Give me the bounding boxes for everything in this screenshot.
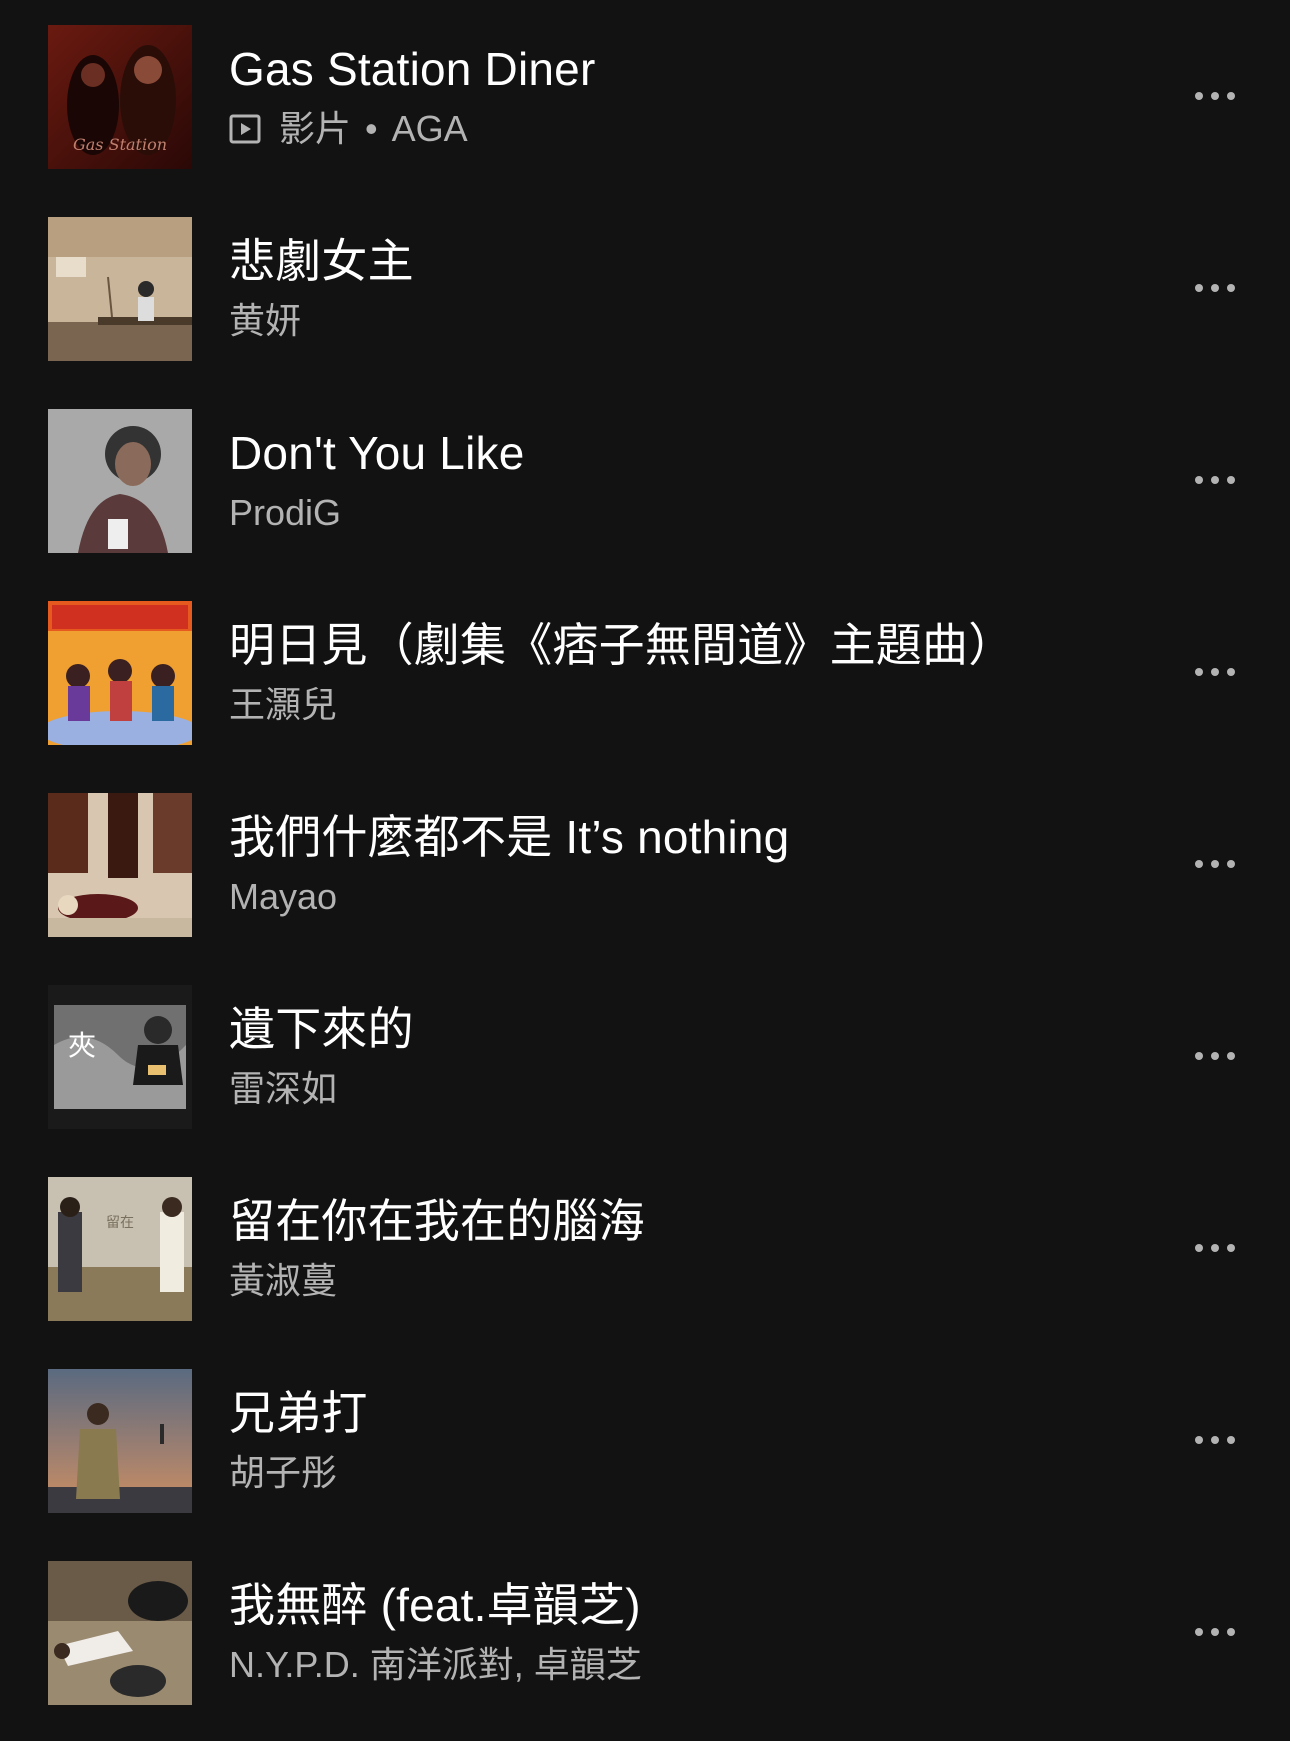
more-options-button[interactable] bbox=[1180, 78, 1250, 114]
album-cover[interactable]: 夾 bbox=[48, 985, 192, 1129]
track-subtitle: 黄妍 bbox=[229, 298, 301, 344]
more-options-icon bbox=[1195, 284, 1203, 292]
track-title: 留在你在我在的腦海 bbox=[229, 1195, 645, 1247]
more-options-dot bbox=[1211, 1052, 1219, 1060]
track-title: 我們什麼都不是 It’s nothing bbox=[229, 811, 790, 863]
svg-text:Gas Station: Gas Station bbox=[73, 135, 167, 154]
more-options-icon bbox=[1195, 860, 1203, 868]
track-row[interactable]: Gas Station Gas Station Diner 影片 • AGA bbox=[0, 0, 1290, 192]
track-subtitle: 影片 • AGA bbox=[229, 106, 468, 152]
track-title: 遺下來的 bbox=[229, 1003, 414, 1055]
more-options-dot bbox=[1227, 476, 1235, 484]
track-artist[interactable]: Mayao bbox=[229, 874, 337, 920]
track-row[interactable]: 我無醉 (feat.卓韻芝) N.Y.P.D. 南洋派對, 卓韻芝 bbox=[0, 1536, 1290, 1728]
track-artist[interactable]: ProdiG bbox=[229, 490, 341, 536]
track-row[interactable]: 明日見（劇集《痞子無間道》主題曲） 王灝兒 bbox=[0, 576, 1290, 768]
more-options-button[interactable] bbox=[1180, 270, 1250, 306]
album-cover[interactable] bbox=[48, 409, 192, 553]
album-cover[interactable] bbox=[48, 217, 192, 361]
more-options-icon bbox=[1195, 476, 1203, 484]
album-cover[interactable]: 留在 bbox=[48, 1177, 192, 1321]
more-options-dot bbox=[1227, 860, 1235, 868]
more-options-button[interactable] bbox=[1180, 1614, 1250, 1650]
track-artist[interactable]: AGA bbox=[392, 106, 468, 152]
album-cover[interactable] bbox=[48, 1561, 192, 1705]
more-options-icon bbox=[1195, 1052, 1203, 1060]
more-options-icon bbox=[1195, 668, 1203, 676]
track-title: 我無醉 (feat.卓韻芝) bbox=[229, 1579, 641, 1631]
more-options-dot bbox=[1227, 1052, 1235, 1060]
more-options-dot bbox=[1211, 476, 1219, 484]
track-row[interactable]: Don't You Like ProdiG bbox=[0, 384, 1290, 576]
track-artist[interactable]: 王灝兒 bbox=[229, 682, 337, 728]
more-options-button[interactable] bbox=[1180, 654, 1250, 690]
more-options-icon bbox=[1195, 92, 1203, 100]
track-row[interactable]: 留在 留在你在我在的腦海 黃淑蔓 bbox=[0, 1152, 1290, 1344]
more-options-icon bbox=[1195, 1628, 1203, 1636]
more-options-icon bbox=[1195, 1244, 1203, 1252]
album-cover[interactable]: Gas Station bbox=[48, 25, 192, 169]
track-title: 明日見（劇集《痞子無間道》主題曲） bbox=[229, 619, 1015, 671]
track-subtitle: ProdiG bbox=[229, 490, 341, 536]
track-row[interactable]: 夾 遺下來的 雷深如 bbox=[0, 960, 1290, 1152]
more-options-icon bbox=[1195, 1436, 1203, 1444]
more-options-dot bbox=[1211, 860, 1219, 868]
more-options-dot bbox=[1211, 1436, 1219, 1444]
album-cover-art bbox=[48, 217, 192, 361]
more-options-dot bbox=[1211, 668, 1219, 676]
track-subtitle: 胡子彤 bbox=[229, 1450, 337, 1496]
more-options-button[interactable] bbox=[1180, 1038, 1250, 1074]
more-options-dot bbox=[1227, 92, 1235, 100]
more-options-dot bbox=[1211, 1244, 1219, 1252]
album-cover-art bbox=[48, 601, 192, 745]
album-cover-art bbox=[48, 1369, 192, 1513]
more-options-dot bbox=[1211, 284, 1219, 292]
track-subtitle: N.Y.P.D. 南洋派對, 卓韻芝 bbox=[229, 1642, 642, 1688]
separator-dot: • bbox=[365, 108, 378, 149]
more-options-dot bbox=[1227, 1244, 1235, 1252]
album-cover[interactable] bbox=[48, 1369, 192, 1513]
album-cover-art: Gas Station bbox=[48, 25, 192, 169]
track-row[interactable]: 悲劇女主 黄妍 bbox=[0, 192, 1290, 384]
track-title: 悲劇女主 bbox=[229, 235, 414, 287]
track-subtitle: 王灝兒 bbox=[229, 682, 337, 728]
track-artist[interactable]: 胡子彤 bbox=[229, 1450, 337, 1496]
track-subtitle: Mayao bbox=[229, 874, 337, 920]
album-cover[interactable] bbox=[48, 793, 192, 937]
album-cover-art bbox=[48, 793, 192, 937]
more-options-button[interactable] bbox=[1180, 846, 1250, 882]
album-cover-art bbox=[48, 1561, 192, 1705]
track-artist[interactable]: 黃淑蔓 bbox=[229, 1258, 337, 1304]
more-options-button[interactable] bbox=[1180, 1422, 1250, 1458]
track-subtitle: 雷深如 bbox=[229, 1066, 337, 1112]
more-options-dot bbox=[1211, 92, 1219, 100]
album-cover-art: 留在 bbox=[48, 1177, 192, 1321]
svg-text:留在: 留在 bbox=[106, 1215, 134, 1231]
album-cover-art bbox=[48, 409, 192, 553]
album-cover-art: 夾 bbox=[48, 985, 192, 1129]
more-options-dot bbox=[1227, 1628, 1235, 1636]
track-row[interactable]: 兄弟打 胡子彤 bbox=[0, 1344, 1290, 1536]
track-list: Gas Station Gas Station Diner 影片 • AGA 悲… bbox=[0, 0, 1290, 1741]
track-title: 兄弟打 bbox=[229, 1387, 368, 1439]
svg-text:夾: 夾 bbox=[68, 1029, 96, 1062]
track-type-label: 影片 bbox=[279, 108, 352, 149]
track-title: Gas Station Diner bbox=[229, 43, 596, 95]
more-options-dot bbox=[1211, 1628, 1219, 1636]
video-icon bbox=[229, 114, 261, 144]
more-options-dot bbox=[1227, 1436, 1235, 1444]
more-options-button[interactable] bbox=[1180, 462, 1250, 498]
more-options-dot bbox=[1227, 284, 1235, 292]
more-options-dot bbox=[1227, 668, 1235, 676]
track-row[interactable]: 我們什麼都不是 It’s nothing Mayao bbox=[0, 768, 1290, 960]
track-subtitle: 黃淑蔓 bbox=[229, 1258, 337, 1304]
track-title: Don't You Like bbox=[229, 427, 525, 479]
album-cover[interactable] bbox=[48, 601, 192, 745]
track-artist[interactable]: N.Y.P.D. 南洋派對, 卓韻芝 bbox=[229, 1642, 642, 1688]
track-artist[interactable]: 雷深如 bbox=[229, 1066, 337, 1112]
track-artist[interactable]: 黄妍 bbox=[229, 298, 301, 344]
more-options-button[interactable] bbox=[1180, 1230, 1250, 1266]
